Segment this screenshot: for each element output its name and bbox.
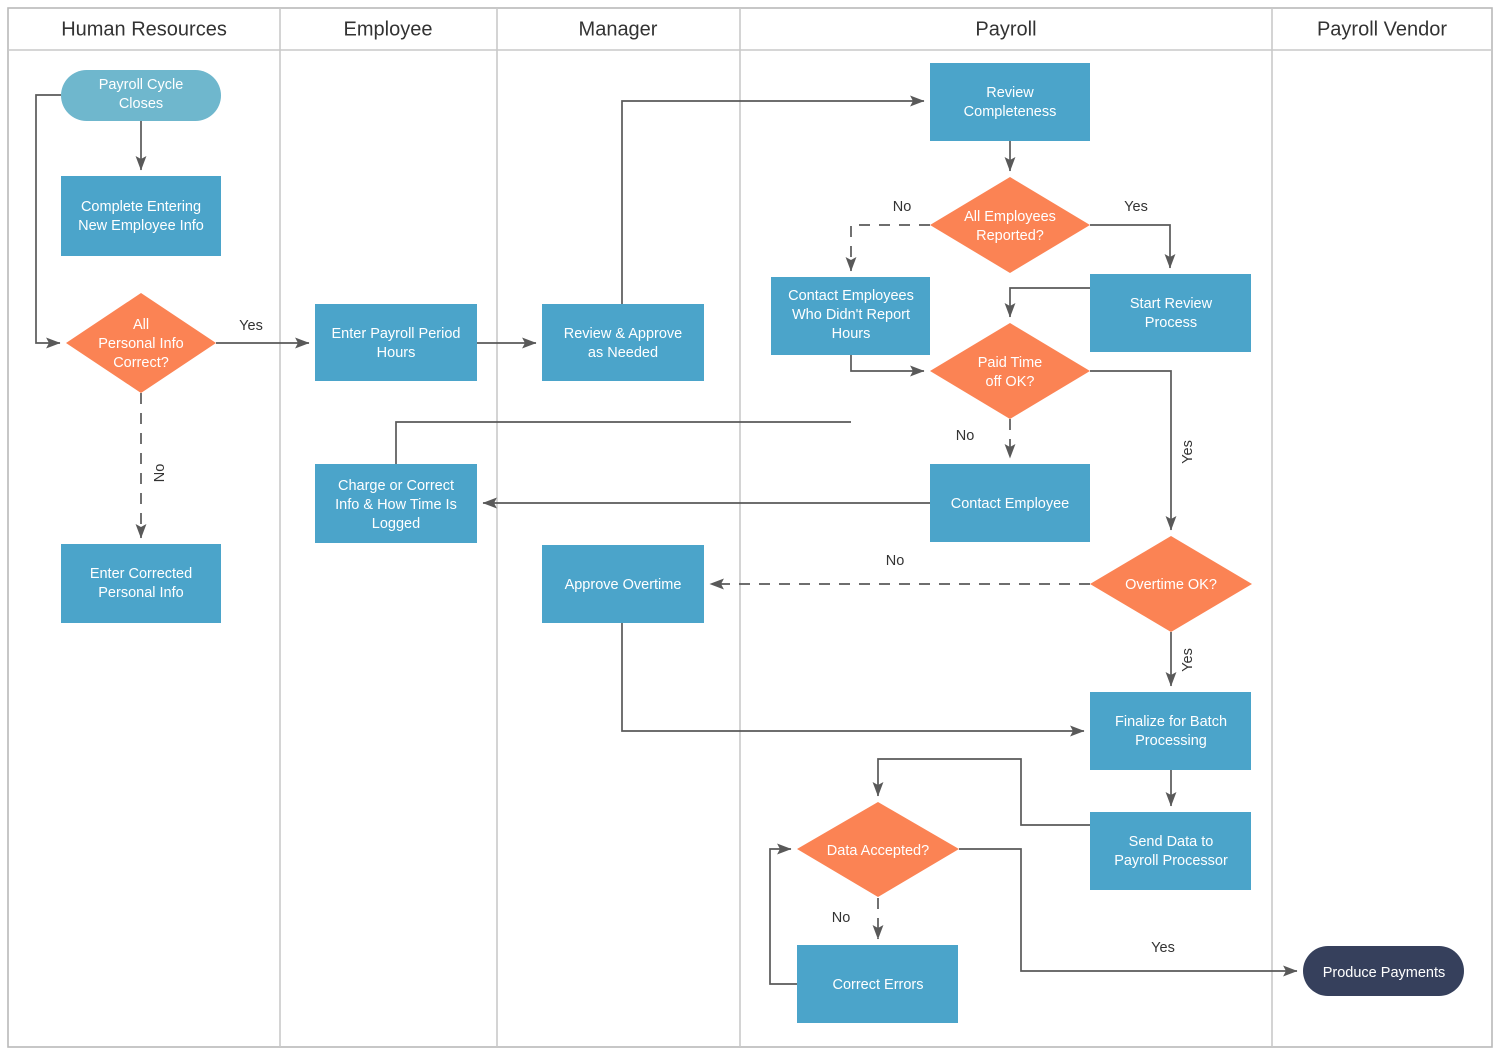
node-label-line: Payroll Cycle xyxy=(99,77,184,93)
edge-label-yes-data-accepted: Yes xyxy=(1151,940,1175,956)
edge-label-yes-personal-info: Yes xyxy=(239,318,263,334)
node-label-line: All xyxy=(133,317,149,333)
node-label-line: Enter Corrected xyxy=(90,566,192,582)
lane-title-hr: Human Resources xyxy=(61,18,227,40)
edge-paid-time-off-yes-to-overtime-ok xyxy=(1090,370,1177,531)
node-review-and-approve-as-needed[interactable]: Review & Approve as Needed xyxy=(542,304,704,381)
node-contact-employees-who-didnt-report-hours[interactable]: Contact Employees Who Didn't Report Hour… xyxy=(771,277,930,355)
node-produce-payments[interactable]: Produce Payments xyxy=(1303,946,1464,996)
node-payroll-cycle-closes[interactable]: Payroll Cycle Closes xyxy=(61,70,221,121)
node-label-line: Send Data to xyxy=(1129,834,1214,850)
node-enter-payroll-period-hours[interactable]: Enter Payroll Period Hours xyxy=(315,304,477,381)
lane-title-emp: Employee xyxy=(344,18,433,40)
edge-approve-overtime-to-finalize xyxy=(621,623,1085,737)
node-label-line: Produce Payments xyxy=(1323,965,1446,981)
edge-label-no-data-accepted: No xyxy=(832,910,851,926)
node-label-line: Info & How Time Is xyxy=(335,497,457,513)
edge-label-no-paid-time-off: No xyxy=(956,428,975,444)
node-start-review-process[interactable]: Start Review Process xyxy=(1090,274,1251,352)
node-label-line: Reported? xyxy=(976,228,1044,244)
node-label-line: Enter Payroll Period xyxy=(332,326,461,342)
node-label-line: Correct Errors xyxy=(832,977,923,993)
node-all-employees-reported[interactable]: All Employees Reported? xyxy=(930,177,1090,273)
lane-titles: Human Resources Employee Manager Payroll… xyxy=(61,18,1447,40)
node-enter-corrected-personal-info[interactable]: Enter Corrected Personal Info xyxy=(61,544,221,623)
node-label-line: Who Didn't Report xyxy=(792,307,910,323)
node-label-line: Processing xyxy=(1135,733,1207,749)
edge-label-yes-all-reported: Yes xyxy=(1124,199,1148,215)
node-label-line: Start Review xyxy=(1130,296,1213,312)
node-label-line: Complete Entering xyxy=(81,199,201,215)
node-label-line: off OK? xyxy=(986,374,1035,390)
edge-contact-employees-to-paid-time-off-ok xyxy=(850,355,925,377)
node-label-line: New Employee Info xyxy=(78,218,204,234)
node-label-line: Completeness xyxy=(964,104,1057,120)
edge-correct-errors-to-data-accepted xyxy=(769,843,797,985)
lane-title-mgr: Manager xyxy=(579,18,658,40)
lane-title-vendor: Payroll Vendor xyxy=(1317,18,1447,40)
node-label-line: Closes xyxy=(119,96,163,112)
node-all-personal-info-correct[interactable]: All Personal Info Correct? xyxy=(66,293,216,393)
node-review-completeness[interactable]: Review Completeness xyxy=(930,63,1090,141)
node-label-line: as Needed xyxy=(588,345,658,361)
edge-charge-correct-to-paid-time-off-ok xyxy=(395,421,851,464)
node-send-data-to-payroll-processor[interactable]: Send Data to Payroll Processor xyxy=(1090,812,1251,890)
node-paid-time-off-ok[interactable]: Paid Time off OK? xyxy=(930,323,1090,419)
edge-start-review-to-paid-time-off-ok xyxy=(1004,287,1090,318)
edge-all-reported-no-to-contact-employees xyxy=(845,224,930,272)
node-complete-entering-new-employee-info[interactable]: Complete Entering New Employee Info xyxy=(61,176,221,256)
flowchart-canvas: Human Resources Employee Manager Payroll… xyxy=(0,0,1500,1062)
node-label-line: Logged xyxy=(372,516,420,532)
node-correct-errors[interactable]: Correct Errors xyxy=(797,945,958,1023)
node-label-line: Overtime OK? xyxy=(1125,577,1217,593)
edge-start-to-personal-ok xyxy=(35,94,61,349)
node-label-line: Data Accepted? xyxy=(827,843,929,859)
node-label-line: Personal Info xyxy=(98,336,183,352)
node-charge-or-correct-info[interactable]: Charge or Correct Info & How Time Is Log… xyxy=(315,464,477,543)
node-label-line: Contact Employees xyxy=(788,288,914,304)
node-label-line: Payroll Processor xyxy=(1114,853,1228,869)
node-label-line: All Employees xyxy=(964,209,1056,225)
node-label-line: Personal Info xyxy=(98,585,183,601)
edge-label-no-personal-info: No xyxy=(152,464,168,483)
edge-label-yes-paid-time-off: Yes xyxy=(1180,440,1196,464)
node-label-line: Review xyxy=(986,85,1034,101)
node-finalize-for-batch-processing[interactable]: Finalize for Batch Processing xyxy=(1090,692,1251,770)
node-label-line: Finalize for Batch xyxy=(1115,714,1227,730)
node-label-line: Contact Employee xyxy=(951,496,1069,512)
node-label-line: Approve Overtime xyxy=(565,577,682,593)
node-contact-employee[interactable]: Contact Employee xyxy=(930,464,1090,542)
node-label-line: Hours xyxy=(377,345,416,361)
node-label-line: Process xyxy=(1145,315,1197,331)
swimlane-diagram: Human Resources Employee Manager Payroll… xyxy=(7,7,1493,1048)
edge-label-no-overtime-ok: No xyxy=(886,553,905,569)
edge-review-approve-to-review-completeness xyxy=(621,95,925,304)
node-label-line: Review & Approve xyxy=(564,326,682,342)
edge-all-reported-yes-to-start-review xyxy=(1090,224,1176,269)
edge-send-data-to-data-accepted xyxy=(872,758,1090,826)
node-overtime-ok[interactable]: Overtime OK? xyxy=(1090,536,1252,632)
node-label-line: Correct? xyxy=(113,355,169,371)
node-label-line: Paid Time xyxy=(978,355,1042,371)
node-label-line: Hours xyxy=(832,326,871,342)
node-label-line: Charge or Correct xyxy=(338,478,454,494)
edge-label-no-all-reported: No xyxy=(893,199,912,215)
edge-label-yes-overtime-ok: Yes xyxy=(1180,648,1196,672)
lane-title-pay: Payroll xyxy=(975,18,1036,40)
node-approve-overtime[interactable]: Approve Overtime xyxy=(542,545,704,623)
lane-grid xyxy=(7,7,1493,1048)
node-data-accepted[interactable]: Data Accepted? xyxy=(797,802,959,897)
